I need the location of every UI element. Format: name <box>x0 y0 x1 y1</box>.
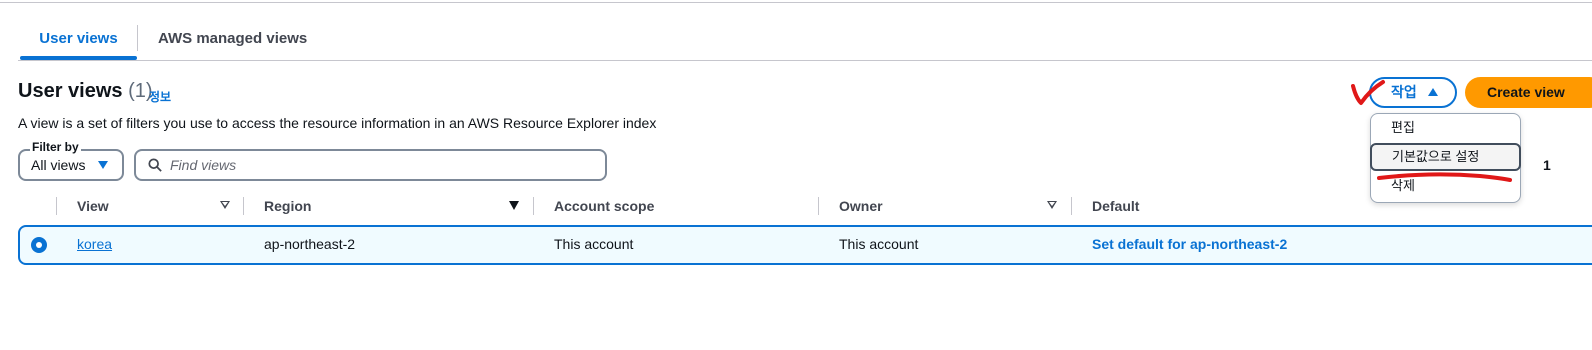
column-divider <box>818 197 819 215</box>
column-header-region[interactable]: Region <box>264 198 311 214</box>
tab-divider <box>137 25 138 51</box>
cell-account-scope: This account <box>554 236 634 252</box>
actions-button[interactable]: 작업 <box>1369 77 1457 108</box>
page-description: A view is a set of filters you use to ac… <box>18 115 657 131</box>
column-divider <box>243 197 244 215</box>
column-header-owner[interactable]: Owner <box>839 198 883 214</box>
menu-item-delete[interactable]: 삭제 <box>1371 172 1520 200</box>
tab-user-views[interactable]: User views <box>20 20 137 60</box>
column-divider <box>533 197 534 215</box>
actions-button-label: 작업 <box>1391 84 1417 100</box>
column-header-default[interactable]: Default <box>1092 198 1139 214</box>
search-input[interactable] <box>170 154 590 176</box>
column-header-account-scope[interactable]: Account scope <box>554 198 654 214</box>
page-title-text: User views <box>18 80 123 102</box>
row-radio-selected[interactable] <box>31 237 47 253</box>
info-link[interactable]: 정보 <box>149 88 171 105</box>
view-tabs: User views AWS managed views <box>18 20 1592 61</box>
sort-icon[interactable] <box>220 201 230 209</box>
sort-descending-icon[interactable] <box>509 201 519 210</box>
caret-down-icon <box>98 161 108 169</box>
menu-item-set-default[interactable]: 기본값으로 설정 <box>1370 143 1521 171</box>
view-name-link[interactable]: korea <box>77 236 112 252</box>
tab-aws-managed-views[interactable]: AWS managed views <box>158 20 307 60</box>
pagination-page-1[interactable]: 1 <box>1543 157 1551 173</box>
set-default-link[interactable]: Set default for ap-northeast-2 <box>1092 236 1287 252</box>
cell-region: ap-northeast-2 <box>264 236 356 252</box>
filter-selected-value: All views <box>31 157 86 173</box>
sort-icon[interactable] <box>1047 201 1057 209</box>
search-box <box>134 149 607 181</box>
menu-item-edit[interactable]: 편집 <box>1371 114 1520 142</box>
active-tab-indicator <box>20 56 137 60</box>
page-title: User views (1) <box>18 80 153 103</box>
column-divider <box>1071 197 1072 215</box>
caret-up-icon <box>1428 88 1438 96</box>
create-view-button[interactable]: Create view <box>1465 77 1592 108</box>
cell-owner: This account <box>839 236 919 252</box>
search-icon <box>148 158 162 172</box>
filter-label: Filter by <box>30 140 81 154</box>
actions-menu: 편집 기본값으로 설정 삭제 <box>1370 113 1521 203</box>
table-row[interactable] <box>18 225 1592 265</box>
column-divider <box>56 197 57 215</box>
top-divider <box>0 2 1592 3</box>
column-header-view[interactable]: View <box>77 198 109 214</box>
